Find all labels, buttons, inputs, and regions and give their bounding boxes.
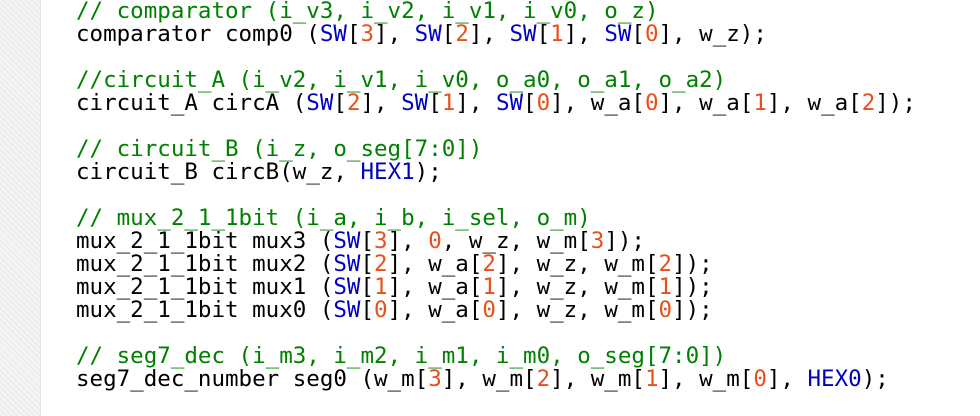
code-area[interactable]: // comparator (i_v3, i_v2, i_v1, i_v0, o… bbox=[76, 0, 916, 391]
code-token: ], bbox=[455, 90, 496, 116]
number-token: 1 bbox=[441, 90, 456, 116]
code-token: ], w_a[ bbox=[550, 90, 645, 116]
code-token: ); bbox=[414, 159, 442, 185]
code-token: [ bbox=[536, 21, 551, 47]
code-token: [ bbox=[523, 90, 537, 116]
number-token: 0 bbox=[753, 366, 767, 392]
code-token: ], w_z, w_m[ bbox=[495, 297, 659, 323]
code-line: mux_2_1_1bit mux0 (SW[0], w_a[0], w_z, w… bbox=[76, 299, 916, 322]
number-token: 0 bbox=[374, 297, 388, 323]
number-token: 1 bbox=[644, 366, 659, 392]
port-identifier-token: HEX1 bbox=[360, 159, 415, 185]
code-token: ], w_a[ bbox=[766, 90, 862, 116]
number-token: 2 bbox=[861, 90, 876, 116]
code-line: comparator comp0 (SW[3], SW[2], SW[1], S… bbox=[76, 23, 916, 46]
number-token: 0 bbox=[536, 90, 551, 116]
code-token: [ bbox=[428, 90, 442, 116]
code-token: [ bbox=[631, 21, 645, 47]
number-token: 3 bbox=[428, 366, 442, 392]
code-token: ], w_z); bbox=[658, 21, 767, 47]
port-identifier-token: SW bbox=[509, 21, 537, 47]
code-editor[interactable]: // comparator (i_v3, i_v2, i_v1, i_v0, o… bbox=[0, 0, 980, 416]
code-token: ], w_a[ bbox=[658, 90, 754, 116]
code-token: circuit_B circB(w_z, bbox=[76, 159, 361, 185]
number-token: 1 bbox=[550, 21, 564, 47]
code-token: ]); bbox=[672, 297, 713, 323]
code-token: seg7_dec_number seg0 (w_m[ bbox=[76, 366, 429, 392]
code-token: ], w_m[ bbox=[441, 366, 537, 392]
code-token: comparator comp0 ( bbox=[76, 21, 320, 47]
code-token: ], bbox=[374, 21, 415, 47]
code-token: mux_2_1_1bit mux0 ( bbox=[76, 297, 334, 323]
code-line: circuit_B circB(w_z, HEX1); bbox=[76, 161, 916, 184]
editor-gutter bbox=[0, 0, 41, 416]
port-identifier-token: SW bbox=[414, 21, 442, 47]
code-token: [ bbox=[346, 21, 361, 47]
code-line: mux_2_1_1bit mux2 (SW[2], w_a[2], w_z, w… bbox=[76, 253, 916, 276]
number-token: 2 bbox=[455, 21, 469, 47]
code-line: // seg7_dec (i_m3, i_m2, i_m1, i_m0, o_s… bbox=[76, 345, 916, 368]
code-token: [ bbox=[441, 21, 456, 47]
code-line: // mux_2_1_1bit (i_a, i_b, i_sel, o_m) bbox=[76, 207, 916, 230]
number-token: 0 bbox=[644, 21, 659, 47]
code-token: ], bbox=[766, 366, 808, 392]
code-token: circuit_A circA ( bbox=[76, 90, 307, 116]
code-token: ], w_a[ bbox=[387, 297, 483, 323]
port-identifier-token: HEX0 bbox=[807, 366, 862, 392]
port-identifier-token: SW bbox=[333, 297, 361, 323]
port-identifier-token: SW bbox=[319, 21, 347, 47]
code-token: ]); bbox=[875, 90, 916, 116]
code-line: //circuit_A (i_v2, i_v1, i_v0, o_a0, o_a… bbox=[76, 69, 916, 92]
code-token: [ bbox=[360, 297, 375, 323]
code-token: [ bbox=[333, 90, 347, 116]
number-token: 0 bbox=[482, 297, 496, 323]
code-line: circuit_A circA (SW[2], SW[1], SW[0], w_… bbox=[76, 92, 916, 115]
code-token: ], w_m[ bbox=[550, 366, 645, 392]
number-token: 0 bbox=[658, 297, 673, 323]
number-token: 1 bbox=[753, 90, 767, 116]
number-token: 2 bbox=[536, 366, 551, 392]
code-line: mux_2_1_1bit mux3 (SW[3], 0, w_z, w_m[3]… bbox=[76, 230, 916, 253]
code-line: seg7_dec_number seg0 (w_m[3], w_m[2], w_… bbox=[76, 368, 916, 391]
code-line: // circuit_B (i_z, o_seg[7:0]) bbox=[76, 138, 916, 161]
code-token: ], bbox=[468, 21, 510, 47]
number-token: 2 bbox=[346, 90, 361, 116]
code-line: // comparator (i_v3, i_v2, i_v1, i_v0, o… bbox=[76, 0, 916, 23]
port-identifier-token: SW bbox=[604, 21, 632, 47]
code-token: ], bbox=[563, 21, 605, 47]
number-token: 3 bbox=[360, 21, 375, 47]
port-identifier-token: SW bbox=[306, 90, 334, 116]
number-token: 0 bbox=[644, 90, 659, 116]
port-identifier-token: SW bbox=[495, 90, 524, 116]
code-line: mux_2_1_1bit mux1 (SW[1], w_a[1], w_z, w… bbox=[76, 276, 916, 299]
code-token: ], w_m[ bbox=[658, 366, 754, 392]
port-identifier-token: SW bbox=[401, 90, 429, 116]
code-token: ], bbox=[360, 90, 402, 116]
code-token: ); bbox=[861, 366, 889, 392]
